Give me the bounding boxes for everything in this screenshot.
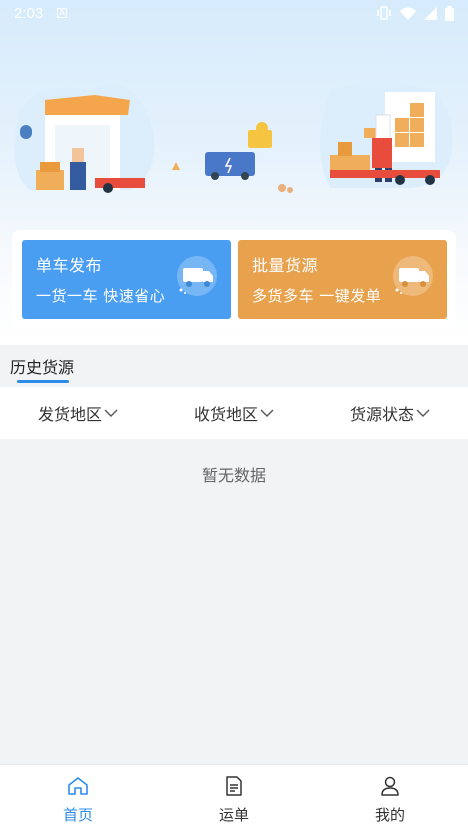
tab-home-label: 首页 <box>62 806 93 824</box>
empty-state-text: 暂无数据 <box>201 466 266 485</box>
history-cargo-tab[interactable]: 历史货源 <box>10 354 74 378</box>
wifi-icon <box>400 7 416 20</box>
filter-label: 货源状态 <box>349 405 414 424</box>
tab-waybill[interactable]: 运单 <box>156 765 312 832</box>
tab-mine-label: 我的 <box>374 806 405 824</box>
user-icon <box>381 776 399 796</box>
battery-icon <box>445 5 454 21</box>
truck-icon <box>177 256 217 296</box>
chevron-down-icon <box>416 409 430 417</box>
signal-icon <box>424 6 437 20</box>
status-icons <box>376 5 454 21</box>
tab-waybill-label: 运单 <box>218 806 249 824</box>
bottom-tab-bar: 首页 运单 我的 <box>0 764 468 832</box>
status-bar: 2:03 A <box>0 0 468 26</box>
filter-bar: 发货地区 收货地区 货源状态 <box>0 387 468 439</box>
tab-underline <box>17 380 69 383</box>
tab-home[interactable]: 首页 <box>0 765 156 832</box>
tab-mine[interactable]: 我的 <box>312 765 468 832</box>
filter-destination-region[interactable]: 收货地区 <box>156 401 312 425</box>
warehouse-and-delivery-truck-illustration <box>14 82 453 193</box>
single-vehicle-publish-button[interactable]: 单车发布 一货一车 快速省心 <box>22 240 231 319</box>
filter-origin-region[interactable]: 发货地区 <box>0 401 156 425</box>
filter-label: 收货地区 <box>193 405 258 424</box>
chevron-down-icon <box>104 409 118 417</box>
a-app-icon: A <box>57 8 68 18</box>
filter-cargo-status[interactable]: 货源状态 <box>312 401 468 425</box>
vibrate-icon <box>377 6 391 20</box>
chevron-down-icon <box>260 409 274 417</box>
truck-icon <box>393 256 433 296</box>
batch-cargo-button[interactable]: 批量货源 多货多车 一键发单 <box>238 240 447 319</box>
home-icon <box>68 777 88 795</box>
document-icon <box>226 776 242 796</box>
status-time: 2:03 <box>14 4 44 22</box>
publish-actions-panel: 单车发布 一货一车 快速省心 批量货源 多货多车 一键发单 <box>12 230 456 328</box>
filter-label: 发货地区 <box>37 405 102 424</box>
